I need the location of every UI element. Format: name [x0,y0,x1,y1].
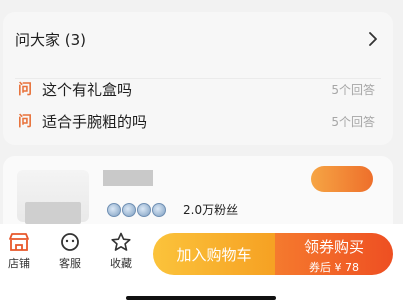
shop-name-blurred [25,202,81,224]
question-item[interactable]: 问 这个有礼盒吗 5个回答 [3,77,393,101]
qa-card: 问大家 (3) 问 这个有礼盒吗 5个回答 问 适合手腕粗的吗 5个回答 [3,12,393,145]
question-text: 适合手腕粗的吗 [42,112,148,131]
add-to-cart-label: 加入购物车 [176,245,252,264]
favorite-nav[interactable]: 收藏 [102,232,140,271]
credit-badge-icon [152,203,166,217]
question-badge: 问 [18,114,32,130]
coupon-price: 券后 ¥ 78 [309,261,359,274]
store-icon [9,233,29,251]
chat-face-icon [61,233,79,251]
question-badge: 问 [18,82,32,98]
coupon-buy-button[interactable]: 领券购买 券后 ¥ 78 [275,233,393,275]
answer-count: 5个回答 [331,114,375,129]
credit-badge-icon [122,203,136,217]
qa-title: 问大家 (3) [15,30,87,49]
store-nav[interactable]: 店铺 [0,232,38,271]
add-to-cart-button[interactable]: 加入购物车 [153,233,275,275]
credit-badge-icon [137,203,151,217]
star-icon [111,232,131,251]
fans-count: 2.0万粉丝 [183,203,239,217]
shop-title-blurred [103,170,153,186]
follow-button[interactable] [311,166,373,192]
coupon-buy-label: 领券购买 [303,238,364,256]
qa-header[interactable]: 问大家 (3) [3,12,393,66]
store-label: 店铺 [8,257,30,270]
question-item[interactable]: 问 适合手腕粗的吗 5个回答 [3,109,393,133]
bottom-action-bar: 店铺 客服 收藏 加入购物车 领券购买 券后 ¥ 78 [0,224,403,303]
home-indicator [126,296,276,300]
question-text: 这个有礼盒吗 [42,80,133,99]
credit-badge-icon [107,203,121,217]
answer-count: 5个回答 [331,82,375,97]
favorite-label: 收藏 [110,257,132,270]
customer-service-nav[interactable]: 客服 [51,232,89,271]
service-label: 客服 [59,257,81,270]
chevron-right-icon [369,32,377,46]
